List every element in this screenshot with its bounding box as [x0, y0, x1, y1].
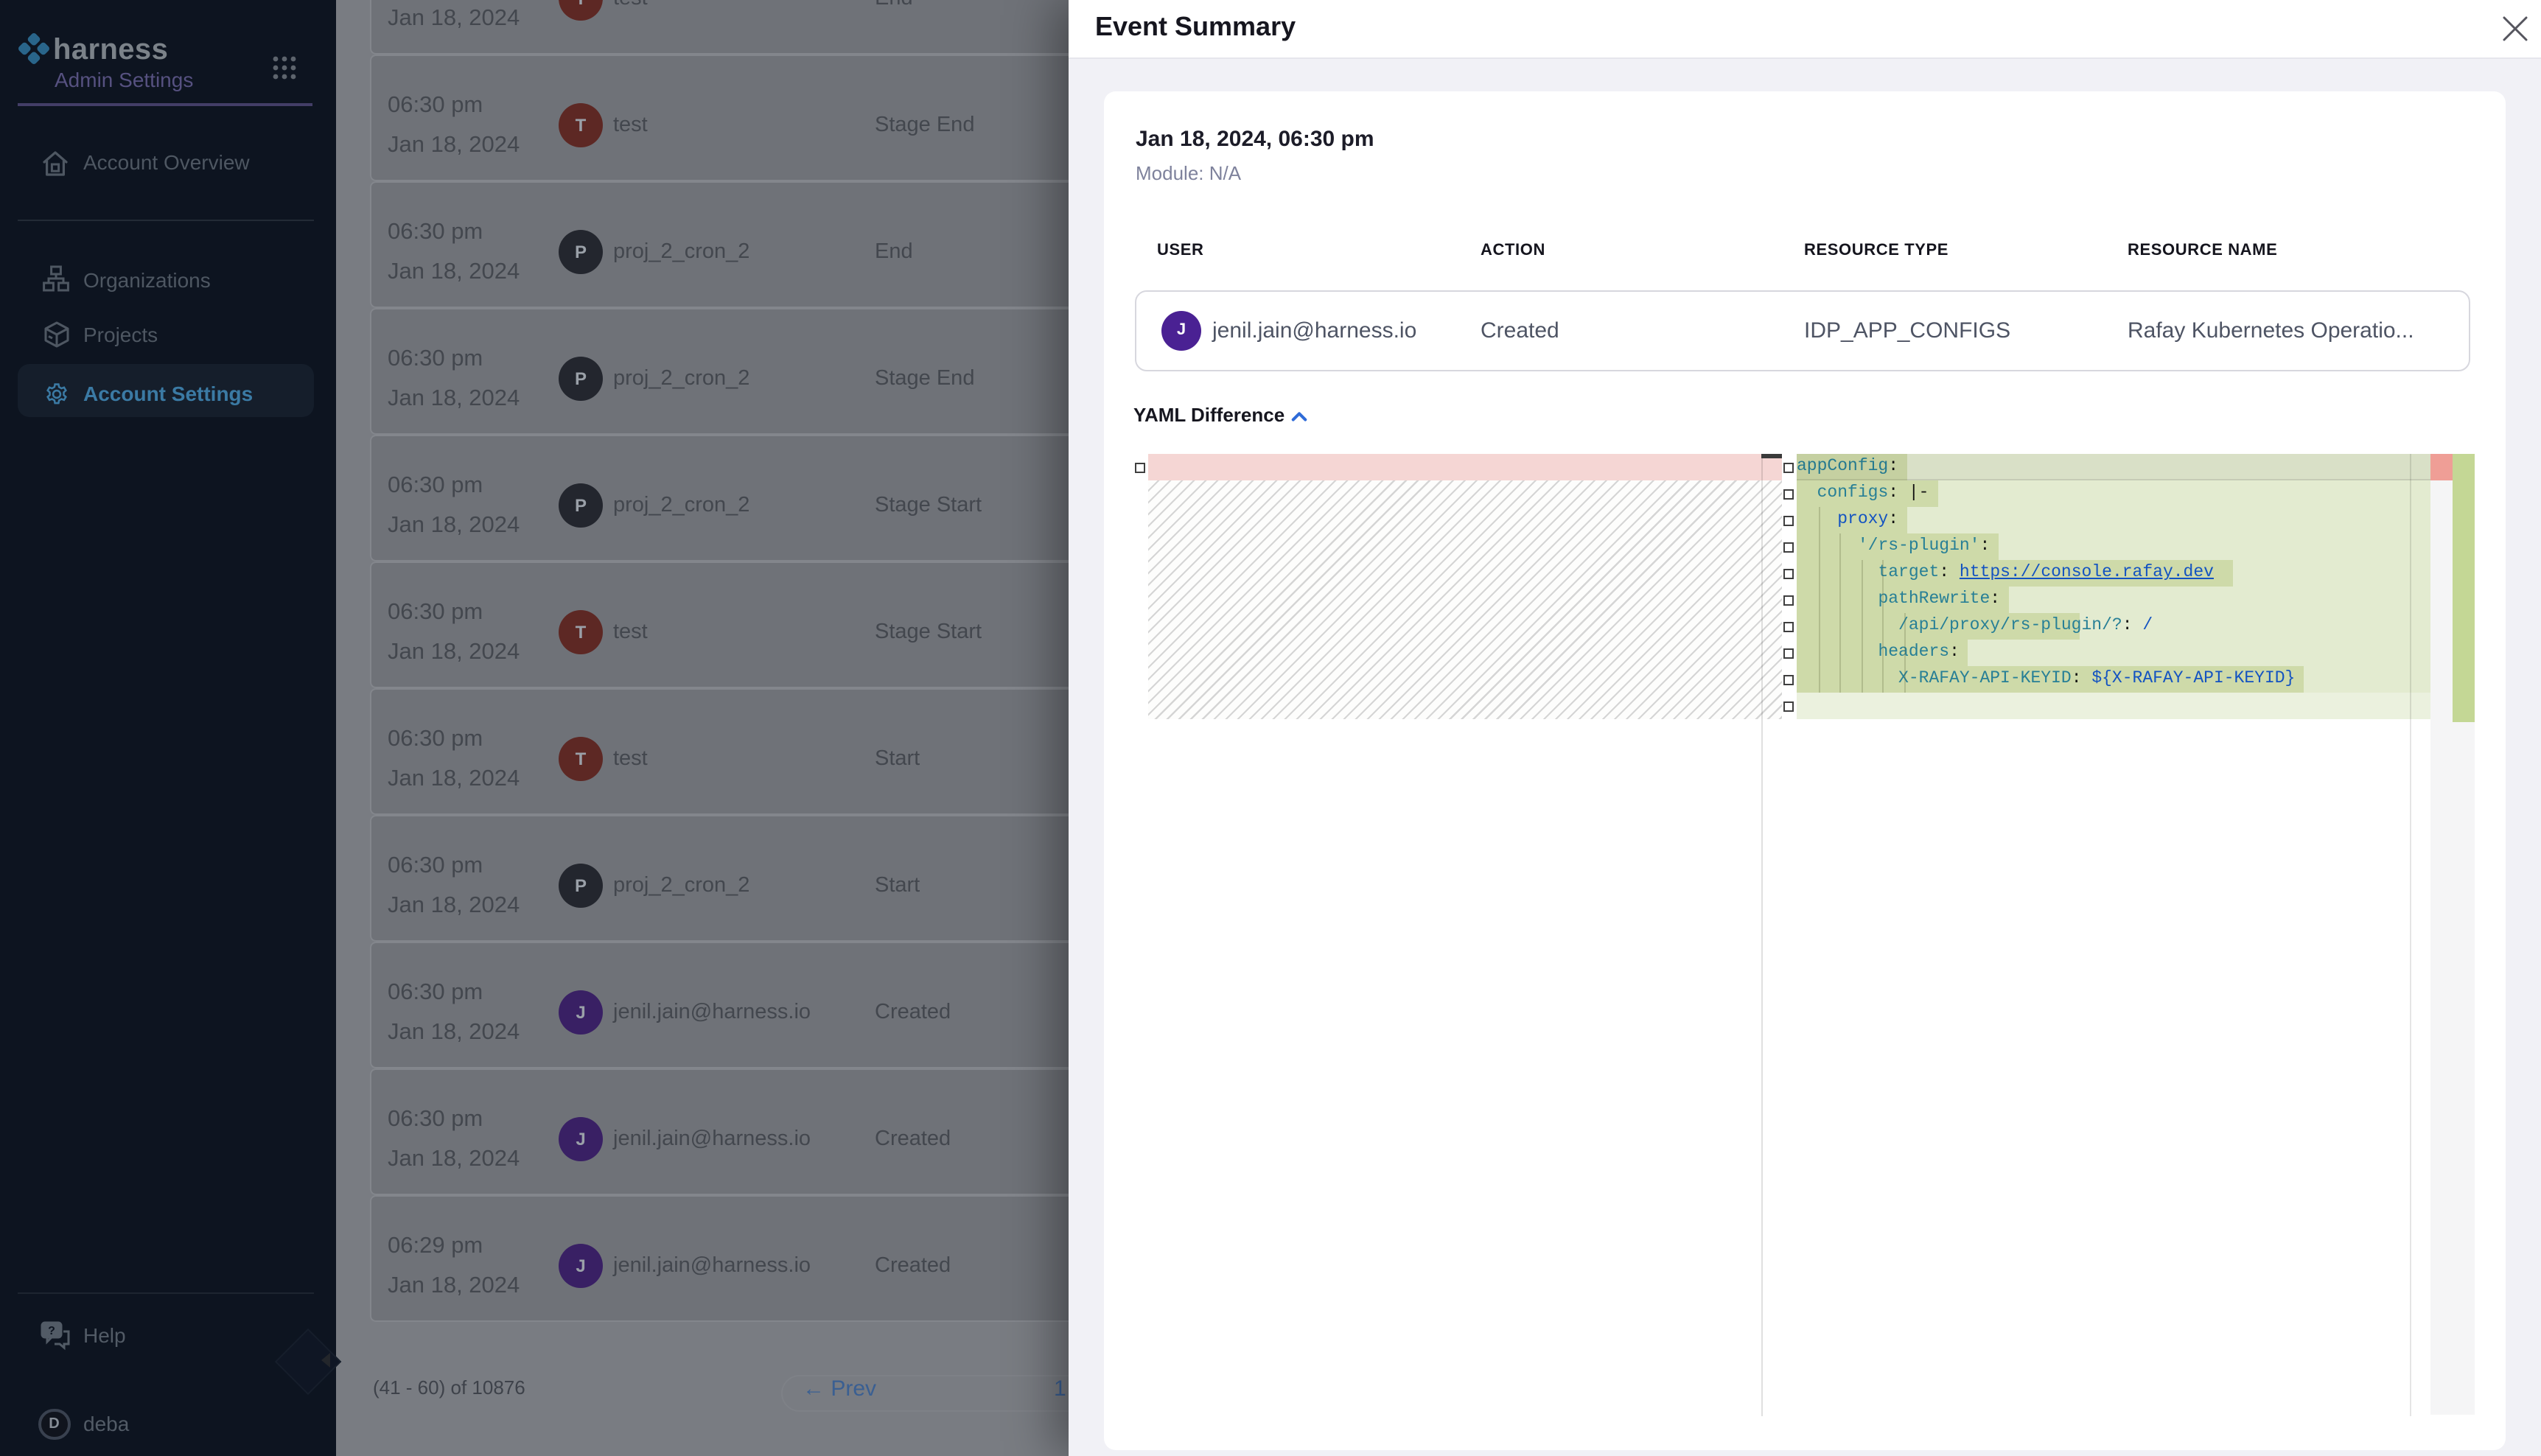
svg-text:?: ?: [48, 1325, 55, 1337]
